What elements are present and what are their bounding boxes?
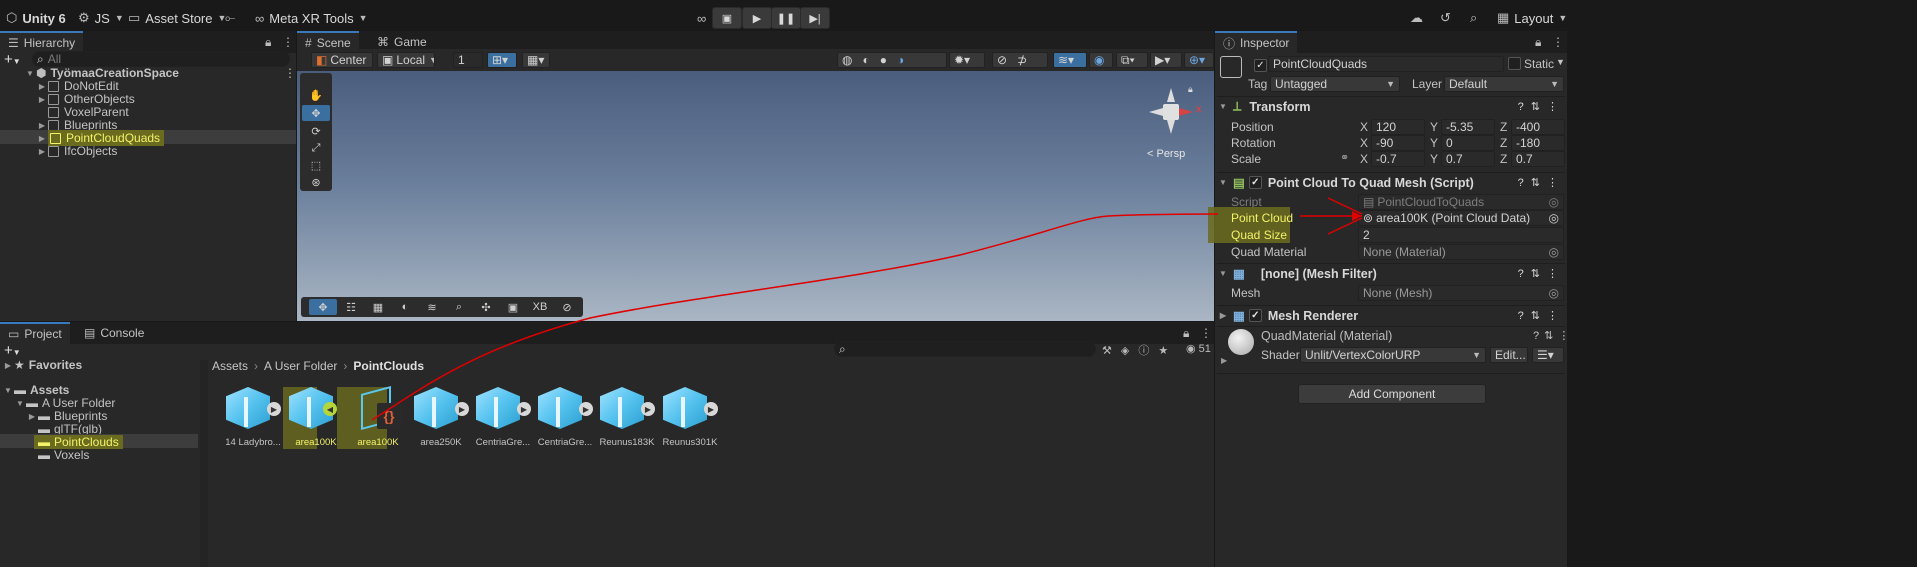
annotation-arrow-line: [1327, 197, 1363, 215]
annotation-drag-line: [371, 213, 1219, 421]
annotation-arrow-line: [1327, 217, 1363, 235]
annotation-overlay: [371, 197, 1363, 421]
